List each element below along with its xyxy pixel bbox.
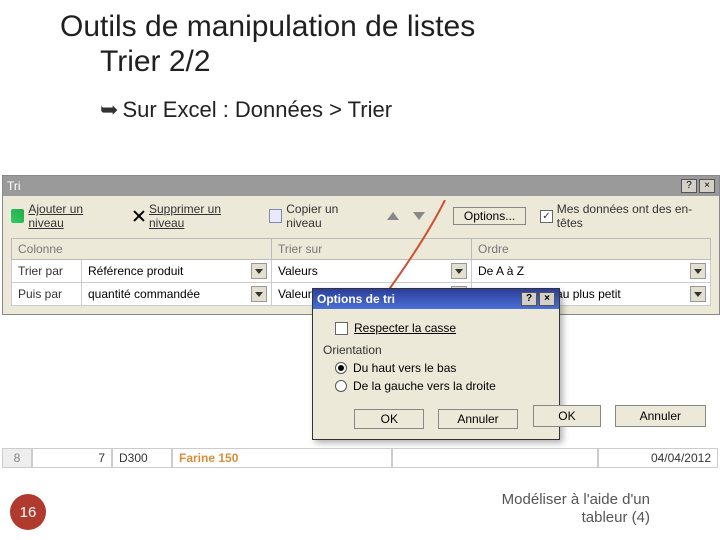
sheet-rownum: 8 xyxy=(2,448,32,468)
slide-title-line2: Trier 2/2 xyxy=(60,45,720,79)
row1-sorton-combo[interactable]: Valeurs xyxy=(272,260,471,282)
respect-case-checkbox[interactable] xyxy=(335,322,348,335)
add-level-button[interactable]: Ajouter un niveau xyxy=(11,202,118,230)
sort-dialog-title: Tri xyxy=(7,179,21,193)
sort-row-1: Trier par Référence produit Valeurs De A… xyxy=(12,260,711,283)
options-titlebar: Options de tri ? × xyxy=(313,289,559,309)
radio-leftright-label: De la gauche vers la droite xyxy=(353,379,496,393)
move-down-button[interactable] xyxy=(413,212,425,220)
col-header-order: Ordre xyxy=(472,239,711,260)
headers-checkbox-row[interactable]: ✓ Mes données ont des en-têtes xyxy=(540,202,711,230)
row1-field-value: Référence produit xyxy=(88,264,183,278)
sort-options-dialog: Options de tri ? × Respecter la casse Or… xyxy=(312,288,560,440)
col-header-column: Colonne xyxy=(12,239,272,260)
radio-leftright[interactable] xyxy=(335,380,347,392)
sheet-cell-4: 04/04/2012 xyxy=(598,448,718,468)
row2-field-combo[interactable]: quantité commandée xyxy=(82,283,271,305)
radio-topdown-label: Du haut vers le bas xyxy=(353,361,456,375)
options-close-button[interactable]: × xyxy=(539,292,555,306)
close-button[interactable]: × xyxy=(699,179,715,193)
slide-title-line1: Outils de manipulation de listes xyxy=(60,10,720,45)
row1-label: Trier par xyxy=(12,261,81,281)
orientation-label: Orientation xyxy=(323,343,549,357)
col-header-sorton: Trier sur xyxy=(272,239,472,260)
options-help-button[interactable]: ? xyxy=(521,292,537,306)
sort-dialog-buttons: OK Annuler xyxy=(533,405,706,427)
radio-topdown[interactable] xyxy=(335,362,347,374)
footer-line1: Modéliser à l'aide d'un xyxy=(502,491,650,510)
row1-order-value: De A à Z xyxy=(478,264,524,278)
respect-case-row[interactable]: Respecter la casse xyxy=(335,321,549,335)
chevron-down-icon xyxy=(251,286,267,302)
sheet-cell-1: 7 xyxy=(32,448,112,468)
move-up-button[interactable] xyxy=(387,212,399,220)
chevron-down-icon xyxy=(451,263,467,279)
sort-dialog-titlebar: Tri ? × xyxy=(3,176,719,196)
row1-field-combo[interactable]: Référence produit xyxy=(82,260,271,282)
slide-bullet: Sur Excel : Données > Trier xyxy=(100,97,720,123)
row1-sorton-value: Valeurs xyxy=(278,264,318,278)
chevron-down-icon xyxy=(251,263,267,279)
chevron-down-icon xyxy=(690,263,706,279)
respect-case-label: Respecter la casse xyxy=(354,321,456,335)
delete-level-label: Supprimer un niveau xyxy=(149,202,255,230)
spreadsheet-row: 8 7 D300 Farine 150 04/04/2012 xyxy=(2,448,718,468)
orientation-topdown-row[interactable]: Du haut vers le bas xyxy=(335,361,549,375)
options-ok-button[interactable]: OK xyxy=(354,409,424,429)
sort-ok-button[interactable]: OK xyxy=(533,405,600,427)
sort-cancel-button[interactable]: Annuler xyxy=(615,405,706,427)
copy-level-label: Copier un niveau xyxy=(286,202,373,230)
headers-label: Mes données ont des en-têtes xyxy=(557,202,711,230)
footer-line2: tableur (4) xyxy=(502,509,650,528)
options-title: Options de tri xyxy=(317,292,395,306)
slide-footer: Modéliser à l'aide d'un tableur (4) xyxy=(502,491,650,529)
chevron-down-icon xyxy=(690,286,706,302)
headers-checkbox[interactable]: ✓ xyxy=(540,210,553,223)
sheet-cell-2: D300 xyxy=(112,448,172,468)
row2-label: Puis par xyxy=(12,284,81,304)
sheet-cell-3: Farine 150 xyxy=(172,448,392,468)
add-icon xyxy=(11,209,24,223)
delete-icon xyxy=(132,209,145,223)
orientation-leftright-row[interactable]: De la gauche vers la droite xyxy=(335,379,549,393)
options-cancel-button[interactable]: Annuler xyxy=(438,409,517,429)
copy-icon xyxy=(269,209,282,223)
delete-level-button[interactable]: Supprimer un niveau xyxy=(132,202,255,230)
sort-toolbar: Ajouter un niveau Supprimer un niveau Co… xyxy=(3,196,719,236)
add-level-label: Ajouter un niveau xyxy=(28,202,117,230)
help-button[interactable]: ? xyxy=(681,179,697,193)
slide-number-badge: 16 xyxy=(10,494,46,530)
row2-field-value: quantité commandée xyxy=(88,287,200,301)
copy-level-button[interactable]: Copier un niveau xyxy=(269,202,373,230)
options-button[interactable]: Options... xyxy=(453,207,526,225)
row1-order-combo[interactable]: De A à Z xyxy=(472,260,710,282)
